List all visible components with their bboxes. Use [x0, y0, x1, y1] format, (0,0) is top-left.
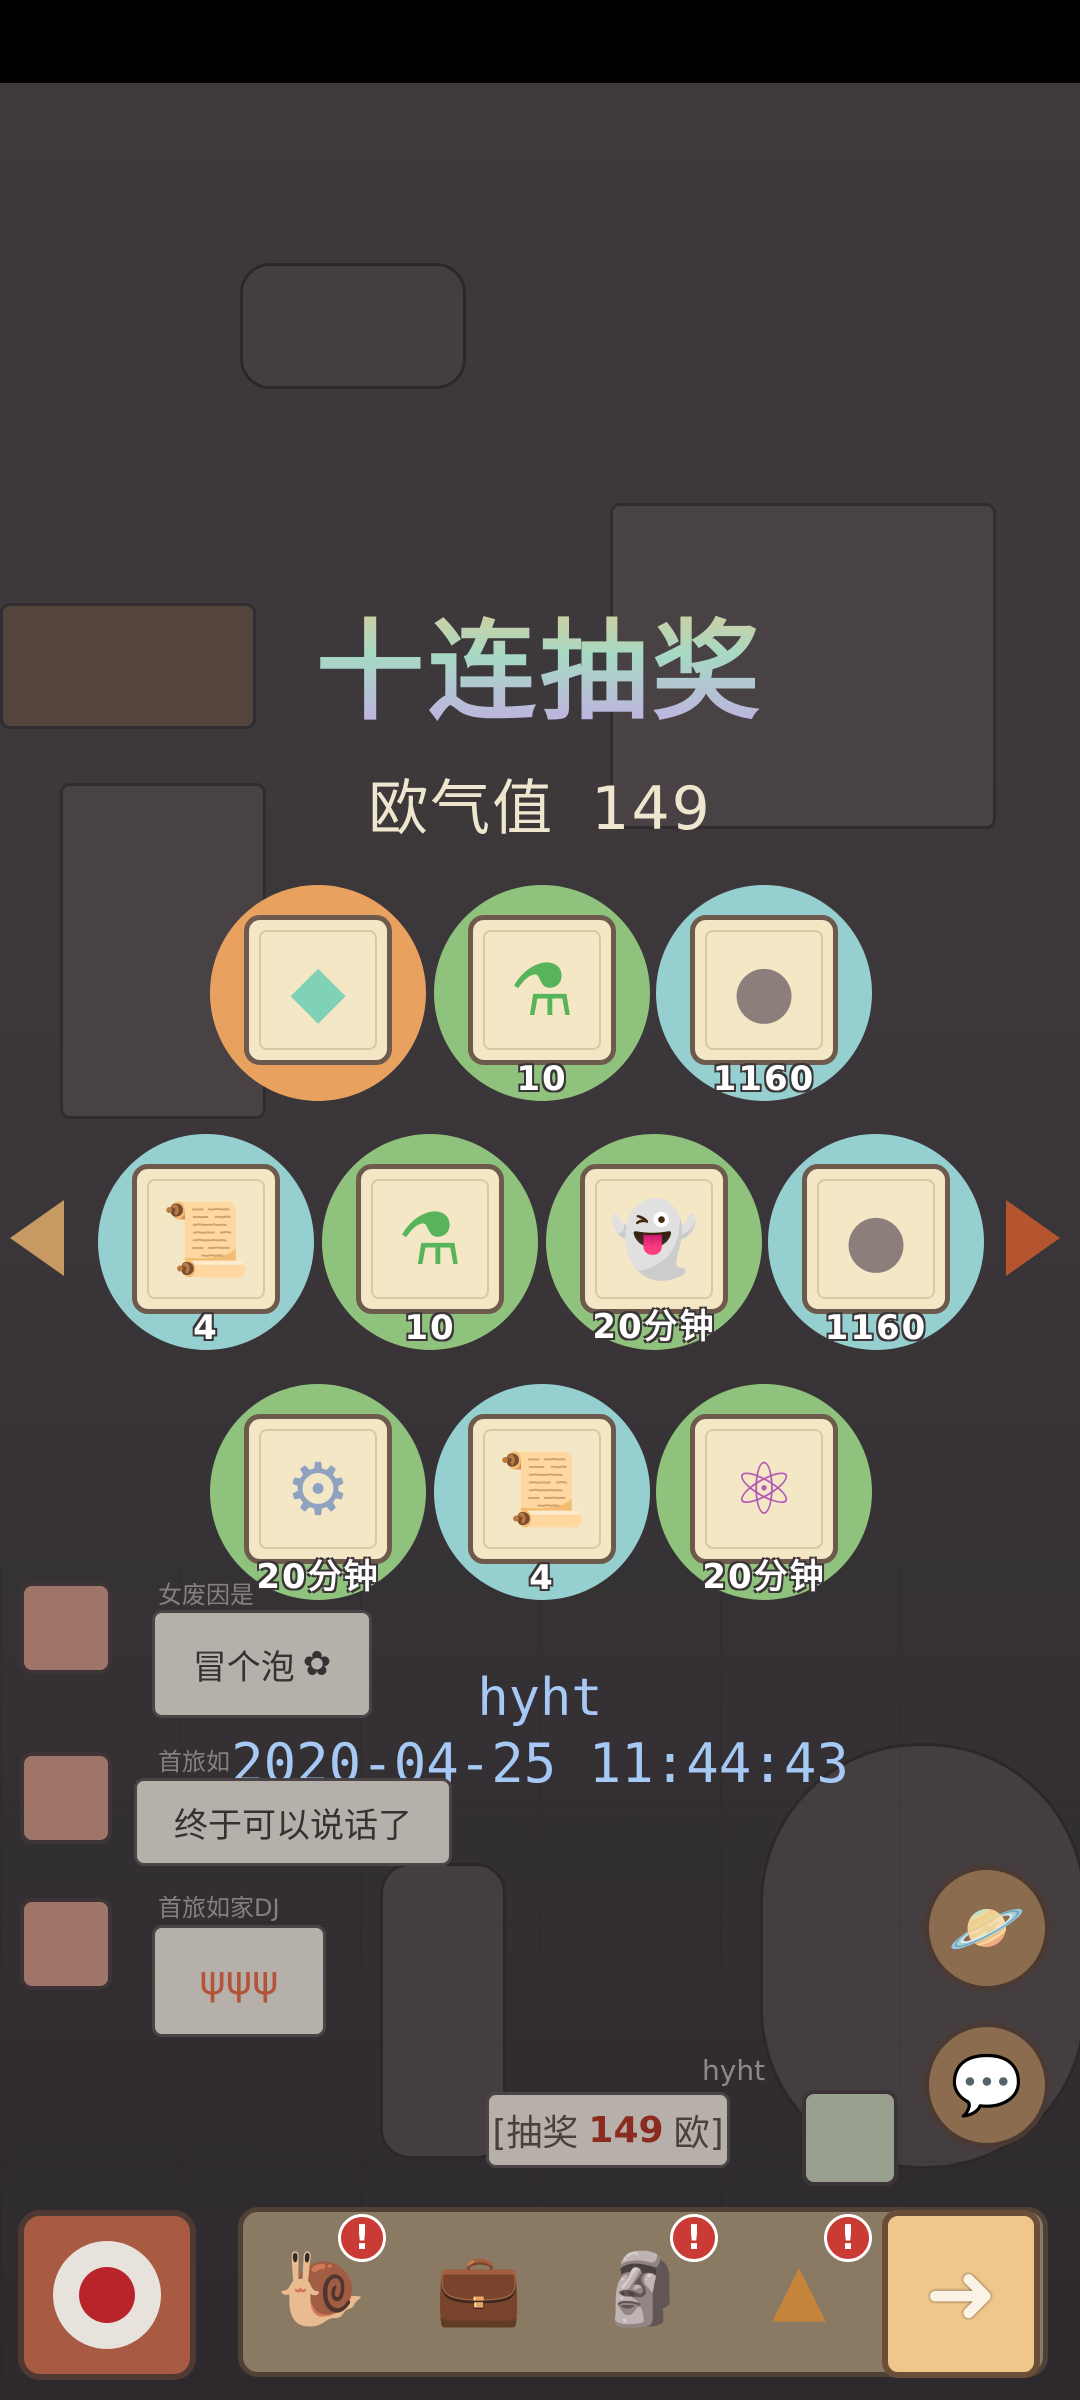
prize-card-inner: 👻	[595, 1179, 713, 1299]
chat-bubble: ψψψ	[152, 1925, 326, 2037]
prize-card-inner: ◆	[259, 930, 377, 1050]
prize-quantity: 4	[193, 1308, 219, 1348]
planet-icon: 🪐	[948, 1891, 1026, 1964]
chat-icon: 💬	[950, 2050, 1024, 2119]
prize-card: ⚗	[356, 1164, 504, 1314]
prize-card-inner: 📜	[147, 1179, 265, 1299]
arrow-right-icon[interactable]	[1006, 1200, 1060, 1276]
arrow-left-icon[interactable]	[10, 1200, 64, 1276]
scroll-icon: 📜	[497, 1446, 587, 1531]
planet-button[interactable]: 🪐	[924, 1865, 1050, 1991]
ghost-icon: 👻	[609, 1196, 699, 1281]
prize-quantity: 1160	[824, 1308, 928, 1348]
potion-bottle-icon: ⚗	[509, 948, 575, 1032]
potion-bottle-icon: ⚗	[397, 1197, 463, 1281]
luck-value: 欧气值 149	[0, 760, 1080, 847]
lottery-suffix: 欧]	[673, 2113, 724, 2154]
prize-item[interactable]: ⚗ 10	[434, 885, 650, 1101]
record-dot-icon	[79, 2267, 135, 2323]
prize-card: ●	[802, 1164, 950, 1314]
chat-avatar[interactable]	[20, 1752, 112, 1844]
chat-name: 首旅如家DJ	[158, 1894, 280, 1922]
bubble-emoji-icon: ✿	[302, 1644, 332, 1684]
arrow-right-icon: ➜	[924, 2244, 998, 2344]
sender-avatar[interactable]	[802, 2090, 898, 2186]
prize-item[interactable]: ⚗ 10	[322, 1134, 538, 1350]
chat-button[interactable]: 💬	[924, 2022, 1050, 2148]
prize-card-inner: ⚗	[483, 930, 601, 1050]
pyramid-icon: ▲	[772, 2248, 826, 2330]
sender-username: hyht	[702, 2054, 766, 2087]
chat-name: 女废因是	[158, 1581, 254, 1609]
record-button[interactable]	[18, 2210, 196, 2380]
scroll-icon: 📜	[161, 1196, 251, 1281]
luck-number: 149	[591, 774, 712, 844]
chat-text: 终于可以说话了	[174, 1805, 412, 1846]
page-title: 十连抽奖	[0, 585, 1080, 741]
luck-label: 欧气值	[368, 774, 555, 844]
prize-card: ⚛	[690, 1414, 838, 1564]
prize-card: 📜	[468, 1414, 616, 1564]
statue-icon: 🗿	[599, 2247, 687, 2330]
soul-blob-icon: ●	[732, 948, 796, 1032]
prize-card: 👻	[580, 1164, 728, 1314]
gear-icon: ⚙	[285, 1447, 351, 1531]
prize-card-inner: ⚛	[705, 1429, 823, 1549]
prize-card-inner: ⚗	[371, 1179, 489, 1299]
chat-avatar[interactable]	[20, 1582, 112, 1674]
prize-card-inner: ●	[705, 930, 823, 1050]
notification-badge: !	[338, 2214, 386, 2262]
prize-quantity: 10	[516, 1059, 568, 1099]
crystal-icon: ◆	[290, 948, 346, 1032]
prize-card-inner: 📜	[483, 1429, 601, 1549]
prize-card-inner: ●	[817, 1179, 935, 1299]
lottery-message: [抽奖 149 欧]	[486, 2092, 730, 2168]
chat-avatar[interactable]	[20, 1898, 112, 1990]
prize-card: 📜	[132, 1164, 280, 1314]
crab-emoji-icon: ψψψ	[199, 1958, 279, 2004]
soul-blob-icon: ●	[844, 1197, 908, 1281]
prize-card-inner: ⚙	[259, 1429, 377, 1549]
status-bar	[0, 0, 1080, 83]
prize-card: ●	[690, 915, 838, 1065]
prize-quantity: 20分钟	[592, 1307, 716, 1347]
prize-card: ◆	[244, 915, 392, 1065]
prize-item[interactable]: ● 1160	[768, 1134, 984, 1350]
notification-badge: !	[670, 2214, 718, 2262]
bag-tool-button[interactable]: 💼	[420, 2230, 538, 2348]
prize-item[interactable]: ⚙ 20分钟	[210, 1384, 426, 1600]
chat-text: 冒个泡	[192, 1647, 295, 1688]
prize-card: ⚙	[244, 1414, 392, 1564]
prize-item[interactable]: ● 1160	[656, 885, 872, 1101]
chat-bubble: 冒个泡 ✿	[152, 1610, 372, 1718]
prize-item[interactable]: 📜 4	[434, 1384, 650, 1600]
chat-bubble: 终于可以说话了	[134, 1778, 452, 1866]
bag-icon: 💼	[435, 2247, 523, 2330]
prize-item[interactable]: ◆	[210, 885, 426, 1101]
molecule-icon: ⚛	[731, 1447, 797, 1531]
lottery-amount: 149	[588, 2109, 664, 2151]
prize-item[interactable]: 📜 4	[98, 1134, 314, 1350]
chat-name: 首旅如	[158, 1748, 230, 1776]
prize-quantity: 10	[404, 1308, 456, 1348]
prize-card: ⚗	[468, 915, 616, 1065]
prize-quantity: 1160	[712, 1059, 816, 1099]
prize-item[interactable]: 👻 20分钟	[546, 1134, 762, 1350]
notification-badge: !	[824, 2214, 872, 2262]
next-button[interactable]: ➜	[882, 2210, 1040, 2378]
lottery-prefix: [抽奖	[492, 2113, 579, 2154]
prize-item[interactable]: ⚛ 20分钟	[656, 1384, 872, 1600]
prize-quantity: 20分钟	[702, 1557, 826, 1597]
prize-quantity: 4	[529, 1558, 555, 1598]
